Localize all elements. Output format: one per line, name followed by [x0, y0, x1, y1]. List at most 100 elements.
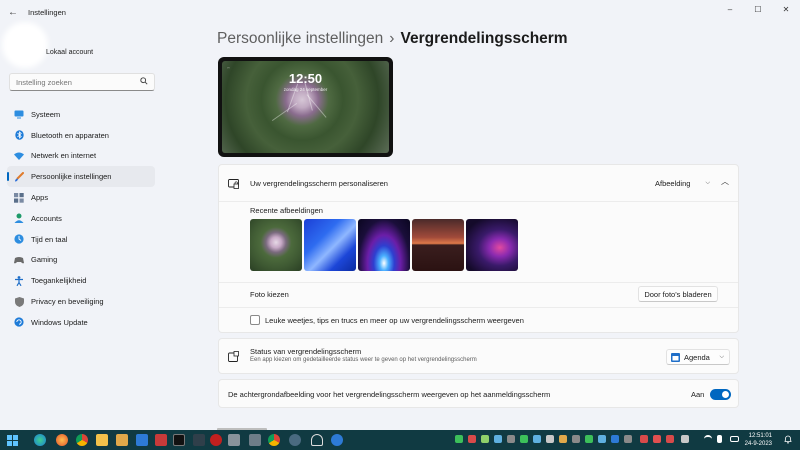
taskbar-date: 24-9-2023: [744, 441, 772, 447]
mail-icon[interactable]: [136, 434, 148, 446]
recent-image-thumbnail[interactable]: [412, 219, 464, 271]
search-input[interactable]: [16, 77, 136, 87]
tray-icon[interactable]: [481, 435, 489, 443]
sidebar-item-label: Toegankelijkheid: [31, 276, 87, 286]
back-arrow-icon[interactable]: ←: [2, 7, 24, 18]
edge-icon[interactable]: [34, 434, 46, 446]
app-icon[interactable]: [311, 434, 323, 446]
sidebar-item-persoonlijke-instellingen[interactable]: Persoonlijke instellingen: [7, 166, 155, 188]
preview-time: 12:50: [288, 71, 323, 86]
sidebar-item-systeem[interactable]: Systeem: [7, 104, 155, 125]
settings-gear-icon[interactable]: [289, 434, 301, 446]
search-icon[interactable]: [140, 77, 148, 87]
account-name: Lokaal account: [46, 49, 94, 56]
browse-photos-button[interactable]: Door foto's bladeren: [638, 286, 718, 302]
chevron-right-icon: ›: [389, 30, 395, 47]
apps-icon: [14, 192, 24, 203]
sidebar-item-tijd-en-taal[interactable]: Tijd en taal: [7, 229, 155, 250]
recent-image-thumbnail[interactable]: [466, 219, 518, 271]
breadcrumb-parent[interactable]: Persoonlijke instellingen: [217, 30, 383, 47]
app-icon[interactable]: [228, 434, 240, 446]
tray-icon[interactable]: [546, 435, 554, 443]
sidebar-item-label: Persoonlijke instellingen: [31, 172, 112, 182]
sidebar-item-windows-update[interactable]: Windows Update: [7, 312, 155, 333]
sidebar-item-privacy[interactable]: Privacy en beveiliging: [7, 291, 155, 312]
sidebar-nav: Systeem Bluetooth en apparaten Netwerk e…: [7, 104, 155, 333]
close-button[interactable]: ✕: [772, 0, 800, 18]
recent-image-thumbnail[interactable]: [250, 219, 302, 271]
sidebar-item-apps[interactable]: Apps: [7, 187, 155, 208]
tray-icon[interactable]: [559, 435, 567, 443]
notification-bell-icon[interactable]: [784, 435, 792, 446]
lock-status-dropdown[interactable]: Agenda ⌵: [666, 349, 730, 365]
app-icon[interactable]: [173, 434, 185, 446]
tray-icon[interactable]: [640, 435, 648, 443]
lock-status-description: Een app kiezen om gedetailleerde status …: [250, 357, 477, 363]
accessibility-icon: [14, 275, 24, 286]
app-icon[interactable]: [193, 434, 205, 446]
windows-update-icon: [14, 317, 24, 327]
taskbar-clock[interactable]: 12:51:01 24-9-2023: [745, 432, 772, 448]
recent-image-thumbnail[interactable]: [304, 219, 356, 271]
sidebar-item-toegankelijkheid[interactable]: Toegankelijkheid: [7, 270, 155, 291]
start-windows-icon[interactable]: [6, 434, 18, 446]
tray-icon[interactable]: [507, 435, 515, 443]
preview-image: ◦◦ 12:50 zondag 24 september: [222, 61, 389, 153]
tray-icon[interactable]: [666, 435, 674, 443]
volume-icon[interactable]: [717, 435, 722, 443]
battery-icon[interactable]: [730, 436, 739, 442]
tray-icon[interactable]: [598, 435, 606, 443]
tray-icon[interactable]: [468, 435, 476, 443]
tips-row: Leuke weetjes, tips en trucs en meer op …: [219, 308, 738, 334]
tray-icon[interactable]: [455, 435, 463, 443]
recent-images-label: Recente afbeeldingen: [250, 206, 323, 215]
tray-icon[interactable]: [624, 435, 632, 443]
settings-window: ← Instellingen – ☐ ✕ Lokaal account Syst…: [0, 0, 800, 430]
accounts-icon: [14, 213, 24, 224]
app-icon[interactable]: [331, 434, 343, 446]
sidebar-item-label: Privacy en beveiliging: [31, 297, 104, 307]
minimize-button[interactable]: –: [716, 0, 744, 18]
maximize-button[interactable]: ☐: [744, 0, 772, 18]
chrome-icon[interactable]: [76, 434, 88, 446]
tray-icon[interactable]: [494, 435, 502, 443]
chrome-icon[interactable]: [268, 434, 280, 446]
record-icon[interactable]: [210, 434, 222, 446]
personalize-label: Uw vergrendelingsscherm personaliseren: [250, 179, 388, 188]
sidebar-item-bluetooth[interactable]: Bluetooth en apparaten: [7, 125, 155, 146]
lock-screen-type-dropdown[interactable]: Afbeelding ⌵: [645, 174, 717, 192]
recent-image-thumbnail[interactable]: [358, 219, 410, 271]
search-box[interactable]: [9, 73, 155, 91]
sidebar-item-netwerk[interactable]: Netwerk en internet: [7, 146, 155, 167]
wifi-icon[interactable]: [704, 435, 712, 443]
taskbar-time: 12:51:01: [748, 433, 772, 439]
sidebar-item-gaming[interactable]: Gaming: [7, 250, 155, 271]
chevron-up-icon[interactable]: ︿: [721, 176, 729, 187]
lock-screen-icon: [228, 178, 239, 189]
tray-icon[interactable]: [572, 435, 580, 443]
firefox-icon[interactable]: [56, 434, 68, 446]
tray-icon[interactable]: [611, 435, 619, 443]
tray-icon[interactable]: [653, 435, 661, 443]
tray-icon[interactable]: [681, 435, 689, 443]
app-icon[interactable]: [155, 434, 167, 446]
tray-icon[interactable]: [520, 435, 528, 443]
app-icon[interactable]: [249, 434, 261, 446]
folder-icon[interactable]: [116, 434, 128, 446]
sidebar-item-accounts[interactable]: Accounts: [7, 208, 155, 229]
time-language-icon: [14, 234, 24, 244]
tray-icon[interactable]: [585, 435, 593, 443]
account-header[interactable]: Lokaal account: [8, 28, 158, 68]
tray-icon[interactable]: [533, 435, 541, 443]
browse-photo-row: Foto kiezen Door foto's bladeren: [219, 283, 738, 307]
sidebar-item-label: Windows Update: [31, 317, 88, 327]
personalize-row[interactable]: Uw vergrendelingsscherm personaliseren A…: [219, 165, 738, 201]
network-icon: [14, 151, 24, 161]
browse-photo-label: Foto kiezen: [250, 290, 289, 299]
tips-checkbox[interactable]: [250, 315, 260, 325]
breadcrumb: Persoonlijke instellingen › Vergrendelings…: [217, 30, 568, 48]
file-explorer-icon[interactable]: [96, 434, 108, 446]
personalize-card: Uw vergrendelingsscherm personaliseren A…: [218, 164, 739, 333]
signin-background-toggle[interactable]: [710, 389, 731, 400]
toggle-state-label: Aan: [691, 390, 705, 399]
